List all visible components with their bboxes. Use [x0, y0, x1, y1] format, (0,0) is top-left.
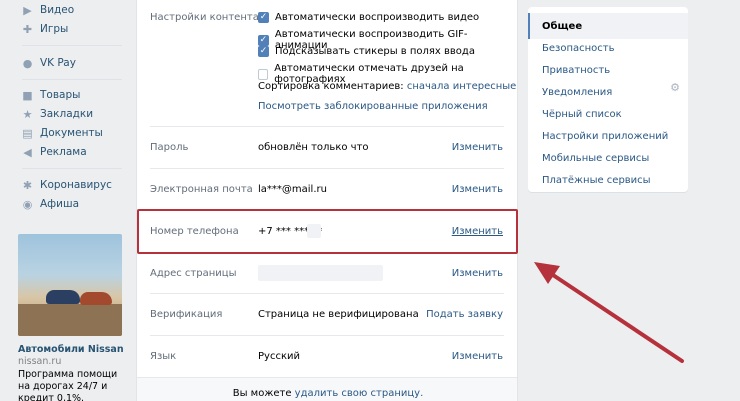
divider	[150, 293, 504, 294]
ad-text: Программа помощи на дорогах 24/7 и креди…	[18, 369, 118, 401]
sidebar-item-coronavirus[interactable]: ✱ Коронавирус	[22, 177, 112, 193]
car-image	[80, 292, 112, 305]
sidebar-item-goods[interactable]: ■ Товары	[22, 87, 80, 103]
goods-icon: ■	[22, 88, 33, 102]
sidebar-item-vkpay[interactable]: ● VK Pay	[22, 55, 76, 71]
delete-page-text: Вы можете удалить свою страницу.	[232, 388, 424, 399]
document-icon: ▤	[22, 126, 33, 140]
sidebar-item-video[interactable]: ▶ Видео	[22, 2, 74, 18]
menu-item-payment-services[interactable]: Платёжные сервисы	[542, 175, 651, 186]
menu-item-app-settings[interactable]: Настройки приложений	[542, 131, 668, 142]
arrow-line	[548, 271, 684, 363]
left-sidebar: ▶ Видео ✚ Игры ● VK Pay ■ Товары ★ Закла…	[0, 0, 128, 401]
sidebar-divider	[22, 168, 122, 169]
arrow-head	[534, 262, 560, 284]
menu-item-blacklist[interactable]: Чёрный список	[542, 109, 622, 120]
delete-page-link[interactable]: удалить свою страницу.	[295, 388, 424, 399]
video-icon: ▶	[23, 3, 32, 17]
ad-domain: nissan.ru	[18, 356, 62, 367]
sidebar-item-label: Видео	[40, 4, 75, 16]
phone-change-link[interactable]: Изменить	[452, 226, 503, 237]
password-change-link[interactable]: Изменить	[452, 142, 503, 153]
phone-label: Номер телефона	[150, 226, 239, 237]
sidebar-item-label: Афиша	[40, 198, 80, 210]
phone-mask	[307, 224, 321, 238]
address-label: Адрес страницы	[150, 268, 237, 279]
sidebar-item-documents[interactable]: ▤ Документы	[22, 125, 103, 141]
games-icon: ✚	[22, 22, 33, 36]
email-label: Электронная почта	[150, 184, 253, 195]
content-settings-label: Настройки контента	[150, 12, 259, 23]
sidebar-item-label: Реклама	[40, 146, 87, 158]
checkbox-sticker-hints[interactable]: ✓ Подсказывать стикеры в полях ввода	[258, 46, 475, 57]
divider	[150, 168, 504, 169]
checkbox-checked-icon[interactable]: ✓	[258, 46, 269, 57]
email-change-link[interactable]: Изменить	[452, 184, 503, 195]
password-label: Пароль	[150, 142, 189, 153]
password-value: обновлён только что	[258, 142, 369, 153]
sidebar-item-label: Коронавирус	[40, 179, 112, 191]
car-image	[46, 290, 80, 304]
email-value: la***@mail.ru	[258, 184, 327, 195]
virus-icon: ✱	[22, 178, 33, 192]
menu-item-general[interactable]: Общее	[542, 21, 582, 32]
address-change-link[interactable]: Изменить	[452, 268, 503, 279]
poster-icon: ◉	[22, 197, 33, 211]
ad-block[interactable]: Автомобили Nissan nissan.ru Программа по…	[18, 234, 124, 401]
sidebar-item-label: Закладки	[40, 108, 94, 120]
blocked-apps-link[interactable]: Посмотреть заблокированные приложения	[258, 101, 488, 112]
language-change-link[interactable]: Изменить	[452, 351, 503, 362]
checkbox-autoplay-video[interactable]: ✓ Автоматически воспроизводить видео	[258, 12, 479, 23]
verification-label: Верификация	[150, 309, 223, 320]
menu-item-security[interactable]: Безопасность	[542, 43, 615, 54]
divider	[150, 335, 504, 336]
comment-sort-dropdown[interactable]: сначала интересные	[407, 81, 517, 92]
verification-apply-link[interactable]: Подать заявку	[426, 309, 503, 320]
comment-sort: Сортировка комментариев: сначала интерес…	[258, 81, 517, 92]
sidebar-item-afisha[interactable]: ◉ Афиша	[22, 196, 79, 212]
sidebar-item-label: Документы	[40, 127, 103, 139]
verification-value: Страница не верифицирована	[258, 309, 419, 320]
sidebar-divider	[22, 45, 122, 46]
checkbox-checked-icon[interactable]: ✓	[258, 12, 269, 23]
address-value-mask	[258, 265, 383, 281]
menu-item-mobile-services[interactable]: Мобильные сервисы	[542, 153, 649, 164]
ad-title[interactable]: Автомобили Nissan	[18, 344, 124, 355]
sidebar-item-label: VK Pay	[40, 57, 76, 69]
language-value: Русский	[258, 351, 300, 362]
ad-image[interactable]	[18, 234, 122, 336]
gear-icon[interactable]: ⚙	[670, 81, 680, 94]
language-label: Язык	[150, 351, 177, 362]
divider	[150, 126, 504, 127]
sidebar-item-games[interactable]: ✚ Игры	[22, 21, 68, 37]
sidebar-item-label: Игры	[40, 23, 69, 35]
sidebar-item-label: Товары	[40, 89, 81, 101]
checkbox-unchecked-icon[interactable]	[258, 68, 269, 80]
sidebar-item-bookmarks[interactable]: ★ Закладки	[22, 106, 94, 122]
vkpay-icon: ●	[22, 56, 33, 70]
bookmark-icon: ★	[22, 107, 33, 121]
ads-icon: ◀	[23, 145, 32, 159]
menu-item-privacy[interactable]: Приватность	[542, 65, 610, 76]
settings-menu: Общее Безопасность Приватность Уведомлен…	[528, 7, 688, 192]
settings-card: Настройки контента ✓ Автоматически воспр…	[136, 0, 518, 401]
menu-item-notifications[interactable]: Уведомления	[542, 87, 612, 98]
checkbox-checked-icon[interactable]: ✓	[258, 34, 269, 46]
sidebar-divider	[22, 79, 122, 80]
sidebar-item-ads[interactable]: ◀ Реклама	[22, 144, 87, 160]
